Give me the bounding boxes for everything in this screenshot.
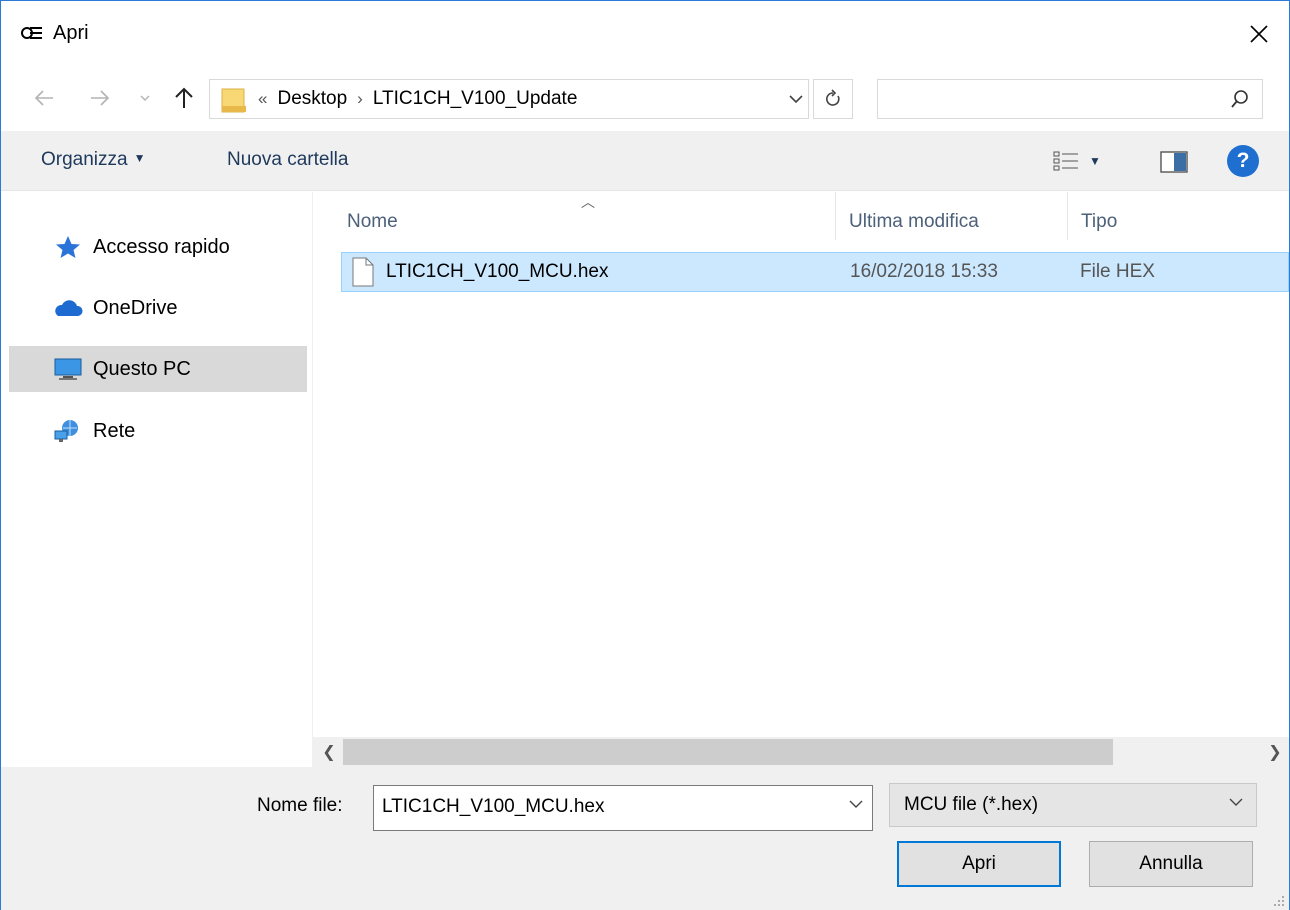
address-bar[interactable]: « Desktop › LTIC1CH_V100_Update [209, 79, 809, 119]
cloud-icon [55, 300, 83, 316]
filename-input[interactable] [382, 786, 832, 828]
preview-pane-icon[interactable] [1159, 147, 1189, 177]
help-button[interactable]: ? [1227, 145, 1259, 177]
nav-item-network[interactable]: Rete [9, 408, 307, 454]
nav-item-label: OneDrive [93, 296, 178, 319]
resize-grip-icon[interactable] [1271, 893, 1285, 907]
file-type-filter[interactable]: MCU file (*.hex) [889, 783, 1257, 827]
column-separator[interactable] [1067, 192, 1068, 240]
column-header-label: Nome [347, 211, 398, 232]
nav-item-label: Rete [93, 419, 136, 442]
breadcrumb-current-folder[interactable]: LTIC1CH_V100_Update [373, 88, 578, 110]
computer-icon [54, 358, 82, 380]
address-history-dropdown[interactable] [781, 79, 811, 119]
app-icon [21, 27, 42, 39]
search-box[interactable] [877, 79, 1263, 119]
recent-locations-button[interactable] [135, 83, 155, 113]
dialog-footer: Nome file: MCU file (*.hex) Apri Annulla [1, 767, 1289, 910]
refresh-icon [826, 89, 840, 106]
search-icon[interactable] [1230, 89, 1250, 109]
new-folder-button[interactable]: Nuova cartella [227, 149, 348, 171]
arrow-right-icon [91, 90, 110, 106]
close-icon [1250, 25, 1268, 43]
chevron-down-icon [140, 95, 150, 101]
nav-item-label: Accesso rapido [93, 235, 230, 258]
nav-item-this-pc[interactable]: Questo PC [9, 346, 307, 392]
filename-combobox[interactable] [373, 785, 873, 831]
filename-label: Nome file: [257, 795, 343, 816]
refresh-button[interactable] [813, 79, 853, 119]
scroll-left-icon[interactable]: ❮ [317, 741, 341, 763]
change-view-button[interactable]: ▼ [1053, 145, 1123, 177]
navigation-pane: Accesso rapido OneDrive Questo PC Rete [1, 192, 313, 767]
nav-item-onedrive[interactable]: OneDrive [9, 285, 307, 331]
file-name: LTIC1CH_V100_MCU.hex [386, 261, 609, 282]
up-button[interactable] [169, 83, 199, 113]
column-header-type[interactable]: Tipo [1071, 204, 1271, 240]
breadcrumb-overflow[interactable]: « [258, 89, 267, 109]
folder-icon [221, 88, 246, 113]
nav-item-quick-access[interactable]: Accesso rapido [9, 224, 307, 270]
horizontal-scrollbar[interactable]: ❮ ❯ [313, 737, 1289, 767]
column-header-label: Tipo [1081, 211, 1118, 232]
chevron-down-icon [789, 95, 803, 104]
column-separator[interactable] [835, 192, 836, 240]
network-icon [54, 420, 78, 442]
organize-label: Organizza [41, 149, 128, 170]
file-type: File HEX [1080, 261, 1155, 282]
document-icon [352, 257, 374, 287]
window-title: Apri [53, 22, 89, 44]
file-type-filter-value: MCU file (*.hex) [904, 794, 1039, 815]
file-row[interactable]: LTIC1CH_V100_MCU.hex 16/02/2018 15:33 Fi… [341, 252, 1289, 292]
search-input[interactable] [886, 80, 1216, 116]
back-button[interactable] [29, 83, 59, 113]
cancel-button[interactable]: Annulla [1089, 841, 1253, 887]
arrow-up-icon [175, 87, 193, 108]
chevron-down-icon[interactable] [848, 798, 864, 810]
close-button[interactable] [1233, 7, 1285, 61]
column-header-name[interactable]: Nome [337, 204, 835, 240]
caret-down-icon: ▼ [1089, 154, 1101, 168]
open-button[interactable]: Apri [897, 841, 1061, 887]
caret-down-icon: ▼ [133, 151, 146, 165]
scroll-right-icon[interactable]: ❯ [1263, 741, 1287, 763]
forward-button[interactable] [85, 83, 115, 113]
scrollbar-thumb[interactable] [343, 739, 1113, 765]
chevron-down-icon [1229, 798, 1243, 806]
nav-item-label: Questo PC [93, 357, 191, 380]
file-modified: 16/02/2018 15:33 [850, 261, 998, 282]
arrow-left-icon [34, 90, 53, 106]
chevron-right-icon[interactable]: › [357, 89, 363, 109]
details-view-icon [1053, 151, 1078, 171]
column-header-label: Ultima modifica [849, 211, 979, 232]
star-icon [56, 236, 80, 258]
organize-menu-button[interactable]: Organizza ▼ [41, 149, 146, 171]
open-file-dialog: Apri « Desktop › LTIC1CH_V100_Update Org… [0, 0, 1290, 910]
column-header-modified[interactable]: Ultima modifica [839, 204, 1067, 240]
breadcrumb-desktop[interactable]: Desktop [277, 88, 347, 110]
command-toolbar: Organizza ▼ Nuova cartella ▼ ? [1, 131, 1289, 191]
file-list: ︿ Nome Ultima modifica Tipo LTIC1CH_V100… [313, 192, 1289, 737]
title-bar: Apri [1, 1, 1289, 67]
